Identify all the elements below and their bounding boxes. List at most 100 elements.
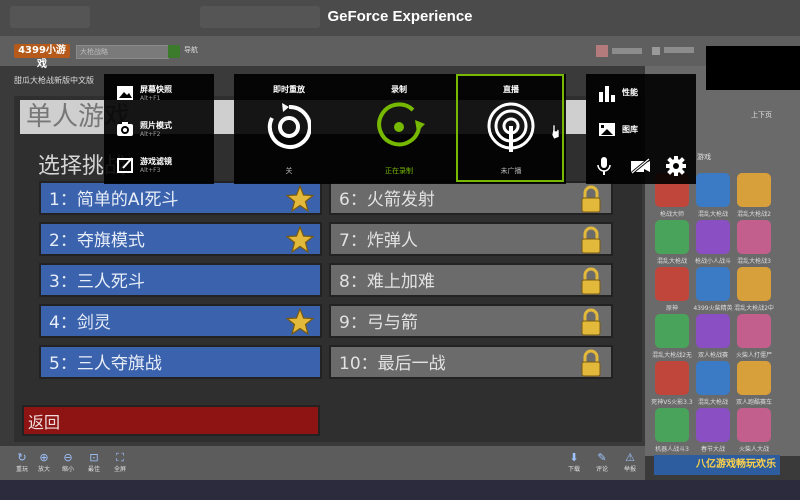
level-label: 3：三人死斗 [49,272,145,292]
game-thumbnail[interactable] [737,173,771,207]
game-thumbnail-label[interactable]: 混乱大枪战2中 [732,303,776,312]
zoom-out-button[interactable]: ⊖ 缩小 [56,452,80,474]
game-thumbnail-label[interactable]: 春节大战 [691,444,735,453]
replay-button[interactable]: ↻ 重玩 [10,452,34,474]
broadcast-icon[interactable] [486,102,536,154]
level-button[interactable]: 6：火箭发射 [329,181,613,215]
broadcast-status: 未广播 [500,167,522,175]
level-button[interactable]: 2：夺旗模式 [39,222,322,256]
level-button[interactable]: 1：简单的AI死斗 [39,181,322,215]
search-button[interactable] [168,45,180,58]
camera-off-icon[interactable] [630,158,652,174]
microphone-icon[interactable] [596,156,612,176]
report-icon: ⚠ [625,451,635,464]
game-thumbnail[interactable] [696,267,730,301]
lock-icon [577,267,605,295]
gallery-icon[interactable] [598,120,616,138]
zoom-in-icon: ⊕ [39,451,49,464]
lock-icon [577,349,605,377]
game-thumbnail[interactable] [696,173,730,207]
ad-banner[interactable]: 八亿游戏畅玩欢乐 [654,455,780,475]
game-filter-label[interactable]: 游戏滤镜 [140,156,172,167]
fullscreen-button[interactable]: ⛶ 全屏 [108,451,132,474]
game-thumbnail-label[interactable]: 双人跑酷赛车 [732,397,776,406]
fit-button[interactable]: ⊡ 最佳 [82,452,106,474]
level-button[interactable]: 4：剑灵 [39,304,322,338]
game-thumbnail[interactable] [737,408,771,442]
game-thumbnail-label[interactable]: 混乱大枪战2无 [650,350,694,359]
instant-replay-icon[interactable] [267,102,311,152]
level-label: 5：三人夺旗战 [49,354,162,374]
game-thumbnail[interactable] [655,267,689,301]
game-thumbnail[interactable] [655,361,689,395]
record-icon[interactable] [377,102,427,152]
performance-icon[interactable] [598,84,616,102]
game-thumbnail-label[interactable]: 混乱大枪战2 [732,209,776,218]
game-thumbnail-label[interactable]: 混乱大枪战 [691,209,735,218]
zoom-in-button[interactable]: ⊕ 放大 [32,451,56,474]
filter-icon[interactable] [116,156,134,174]
game-thumbnail[interactable] [655,314,689,348]
toolbar-label: 下载 [567,466,580,473]
game-thumbnail-label[interactable]: 死神VS火影3.3 [650,397,694,406]
game-thumbnail-label[interactable]: 双人枪战赛 [691,350,735,359]
star-icon [285,307,315,336]
performance-label[interactable]: 性能 [622,87,638,98]
photo-mode-label[interactable]: 照片模式 [140,120,172,131]
game-thumbnail[interactable] [696,314,730,348]
game-thumbnail[interactable] [655,408,689,442]
level-button[interactable]: 5：三人夺旗战 [39,345,322,379]
level-button[interactable]: 7：炸弹人 [329,222,613,256]
game-thumbnail[interactable] [696,361,730,395]
search-input[interactable]: 大枪战略 [76,45,169,59]
game-thumbnail-label[interactable]: 机器人战斗3 [650,444,694,453]
back-button[interactable]: 返回 [22,405,320,436]
lock-icon [577,185,605,213]
star-icon [285,225,315,254]
game-thumbnail-label[interactable]: 火柴人打僵尸 [732,350,776,359]
level-button[interactable]: 9：弓与箭 [329,304,613,338]
screenshot-label[interactable]: 屏幕快照 [140,84,172,95]
game-thumbnail-label[interactable]: 枪战小人战斗 [691,256,735,265]
game-thumbnail-label[interactable]: 原神 [650,303,694,312]
star-icon [285,184,315,213]
nav-link[interactable]: 导航 [184,45,198,55]
record-label: 录制 [391,84,407,94]
camera-icon[interactable] [116,120,134,138]
level-button[interactable]: 10：最后一战 [329,345,613,379]
taskbar [0,480,800,500]
game-thumbnail[interactable] [737,220,771,254]
game-thumbnail-label[interactable]: 枪战大师 [650,209,694,218]
level-button[interactable]: 8：难上加难 [329,263,613,297]
comment-button[interactable]: ✎ 评论 [590,452,614,474]
user-area[interactable] [596,43,696,57]
sidebar-section-label: 游戏 [697,153,711,161]
level-label: 6：火箭发射 [339,190,435,210]
report-button[interactable]: ⚠ 举报 [618,451,642,474]
screenshot-icon[interactable] [116,84,134,102]
paging-label[interactable]: 上下页 [751,110,772,120]
game-thumbnail-label[interactable]: 火柴人大战 [732,444,776,453]
game-thumbnail[interactable] [696,408,730,442]
game-thumbnail[interactable] [696,220,730,254]
photo-mode-shortcut: Alt+F2 [140,131,161,138]
game-thumbnail-label[interactable]: 混乱大枪战 [691,397,735,406]
game-thumbnail-label[interactable]: 4399火柴精英 [691,303,735,312]
game-thumbnail[interactable] [737,314,771,348]
fullscreen-icon: ⛶ [116,451,124,464]
game-thumbnail[interactable] [655,220,689,254]
site-logo[interactable]: 4399小游戏 [14,44,70,70]
toolbar-label: 最佳 [87,466,100,473]
game-thumbnail-label[interactable]: 混乱大枪战3 [732,256,776,265]
gallery-label[interactable]: 图库 [622,124,638,135]
level-button[interactable]: 3：三人死斗 [39,263,322,297]
game-thumbnail-label[interactable]: 混乱大枪战 [650,256,694,265]
toolbar-label: 放大 [37,466,50,473]
game-thumbnail[interactable] [737,267,771,301]
record-status: 正在录制 [385,167,413,175]
level-label: 9：弓与箭 [339,313,418,333]
game-thumbnail[interactable] [737,361,771,395]
toolbar-label: 重玩 [15,466,28,473]
settings-gear-icon[interactable] [666,156,686,176]
download-button[interactable]: ⬇ 下载 [562,452,586,474]
